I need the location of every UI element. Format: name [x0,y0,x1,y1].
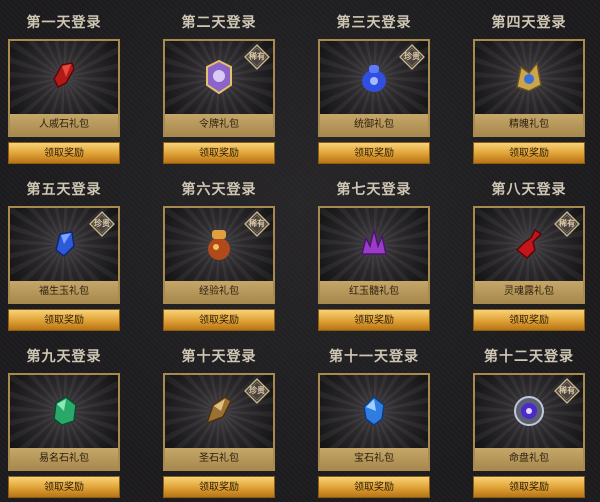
day-title: 第十一天登录 [329,349,419,365]
item-card[interactable]: 珍贵 统御礼包 [318,39,430,137]
golden-spirit-icon [509,57,549,97]
reward-card: 第五天登录 珍贵 福生玉礼包 领取奖励 [8,179,120,331]
red-gem-icon [44,57,84,97]
rarity-badge: 珍贵 [399,44,425,70]
claim-reward-button[interactable]: 领取奖励 [473,142,585,164]
reward-card: 第八天登录 稀有 灵魂露礼包 领取奖励 [473,179,585,331]
day-title: 第五天登录 [26,182,102,198]
item-art [320,208,428,281]
day-title: 第七天登录 [336,182,412,198]
claim-reward-button[interactable]: 领取奖励 [163,476,275,498]
item-art: 珍贵 [320,41,428,114]
rarity-badge-label: 稀有 [249,219,265,228]
item-card[interactable]: 珍贵 圣石礼包 [163,373,275,471]
exp-jar-icon [199,224,239,264]
item-art [320,375,428,448]
item-card[interactable]: 宝石礼包 [318,373,430,471]
reward-card: 第七天登录 红玉髓礼包 领取奖励 [318,179,430,331]
day-title: 第三天登录 [336,15,412,31]
item-card[interactable]: 稀有 灵魂露礼包 [473,206,585,304]
item-card[interactable]: 红玉髓礼包 [318,206,430,304]
item-card[interactable]: 人戚石礼包 [8,39,120,137]
rarity-badge: 稀有 [244,211,270,237]
item-name: 人戚石礼包 [10,114,118,135]
claim-reward-button[interactable]: 领取奖励 [318,309,430,331]
reward-card: 第一天登录 人戚石礼包 领取奖励 [8,12,120,164]
reward-card: 第四天登录 精魄礼包 领取奖励 [473,12,585,164]
item-card[interactable]: 珍贵 福生玉礼包 [8,206,120,304]
reward-card: 第十一天登录 宝石礼包 领取奖励 [318,346,430,498]
reward-card: 第九天登录 易名石礼包 领取奖励 [8,346,120,498]
day-title: 第六天登录 [181,182,257,198]
claim-reward-button[interactable]: 领取奖励 [318,142,430,164]
reward-card: 第十天登录 珍贵 圣石礼包 领取奖励 [163,346,275,498]
claim-reward-button[interactable]: 领取奖励 [8,142,120,164]
item-art: 稀有 [165,41,273,114]
rarity-badge-label: 稀有 [559,219,575,228]
item-card[interactable]: 稀有 令牌礼包 [163,39,275,137]
rarity-badge-label: 珍贵 [404,52,420,61]
blue-jade-icon [44,224,84,264]
item-art: 稀有 [475,375,583,448]
item-name: 命盘礼包 [475,448,583,469]
token-icon [199,57,239,97]
rarity-badge-label: 稀有 [559,386,575,395]
rarity-badge: 珍贵 [244,378,270,404]
rarity-badge-label: 珍贵 [249,386,265,395]
day-title: 第十二天登录 [484,349,574,365]
item-name: 福生玉礼包 [10,281,118,302]
item-name: 红玉髓礼包 [320,281,428,302]
day-title: 第二天登录 [181,15,257,31]
rarity-badge: 珍贵 [89,211,115,237]
item-art [475,41,583,114]
item-name: 经验礼包 [165,281,273,302]
fate-disc-icon [509,391,549,431]
item-art: 稀有 [475,208,583,281]
reward-card: 第三天登录 珍贵 统御礼包 领取奖励 [318,12,430,164]
item-name: 圣石礼包 [165,448,273,469]
item-card[interactable]: 易名石礼包 [8,373,120,471]
item-card[interactable]: 精魄礼包 [473,39,585,137]
day-title: 第四天登录 [491,15,567,31]
item-art [10,41,118,114]
reward-card: 第十二天登录 稀有 命盘礼包 领取奖励 [473,346,585,498]
rarity-badge: 稀有 [554,378,580,404]
item-card[interactable]: 稀有 经验礼包 [163,206,275,304]
claim-reward-button[interactable]: 领取奖励 [318,476,430,498]
day-title: 第八天登录 [491,182,567,198]
claim-reward-button[interactable]: 领取奖励 [8,309,120,331]
claim-reward-button[interactable]: 领取奖励 [8,476,120,498]
rarity-badge-label: 稀有 [249,52,265,61]
red-bottle-icon [509,224,549,264]
rarity-badge: 稀有 [554,211,580,237]
reward-card: 第六天登录 稀有 经验礼包 领取奖励 [163,179,275,331]
login-rewards-grid: 第一天登录 人戚石礼包 领取奖励 第二天登录 稀有 令牌礼包 领取奖励 第三天登… [0,0,600,502]
day-title: 第一天登录 [26,15,102,31]
day-title: 第十天登录 [181,349,257,365]
blue-pouch-icon [354,57,394,97]
claim-reward-button[interactable]: 领取奖励 [163,142,275,164]
item-name: 令牌礼包 [165,114,273,135]
rarity-badge: 稀有 [244,44,270,70]
green-stone-icon [44,391,84,431]
holy-stone-icon [199,391,239,431]
rarity-badge-label: 珍贵 [94,219,110,228]
item-art: 珍贵 [10,208,118,281]
claim-reward-button[interactable]: 领取奖励 [163,309,275,331]
item-name: 精魄礼包 [475,114,583,135]
item-art [10,375,118,448]
item-art: 珍贵 [165,375,273,448]
blue-gem-icon [354,391,394,431]
purple-crystal-icon [354,224,394,264]
item-name: 统御礼包 [320,114,428,135]
item-name: 易名石礼包 [10,448,118,469]
claim-reward-button[interactable]: 领取奖励 [473,476,585,498]
reward-card: 第二天登录 稀有 令牌礼包 领取奖励 [163,12,275,164]
item-card[interactable]: 稀有 命盘礼包 [473,373,585,471]
day-title: 第九天登录 [26,349,102,365]
item-art: 稀有 [165,208,273,281]
claim-reward-button[interactable]: 领取奖励 [473,309,585,331]
item-name: 宝石礼包 [320,448,428,469]
item-name: 灵魂露礼包 [475,281,583,302]
